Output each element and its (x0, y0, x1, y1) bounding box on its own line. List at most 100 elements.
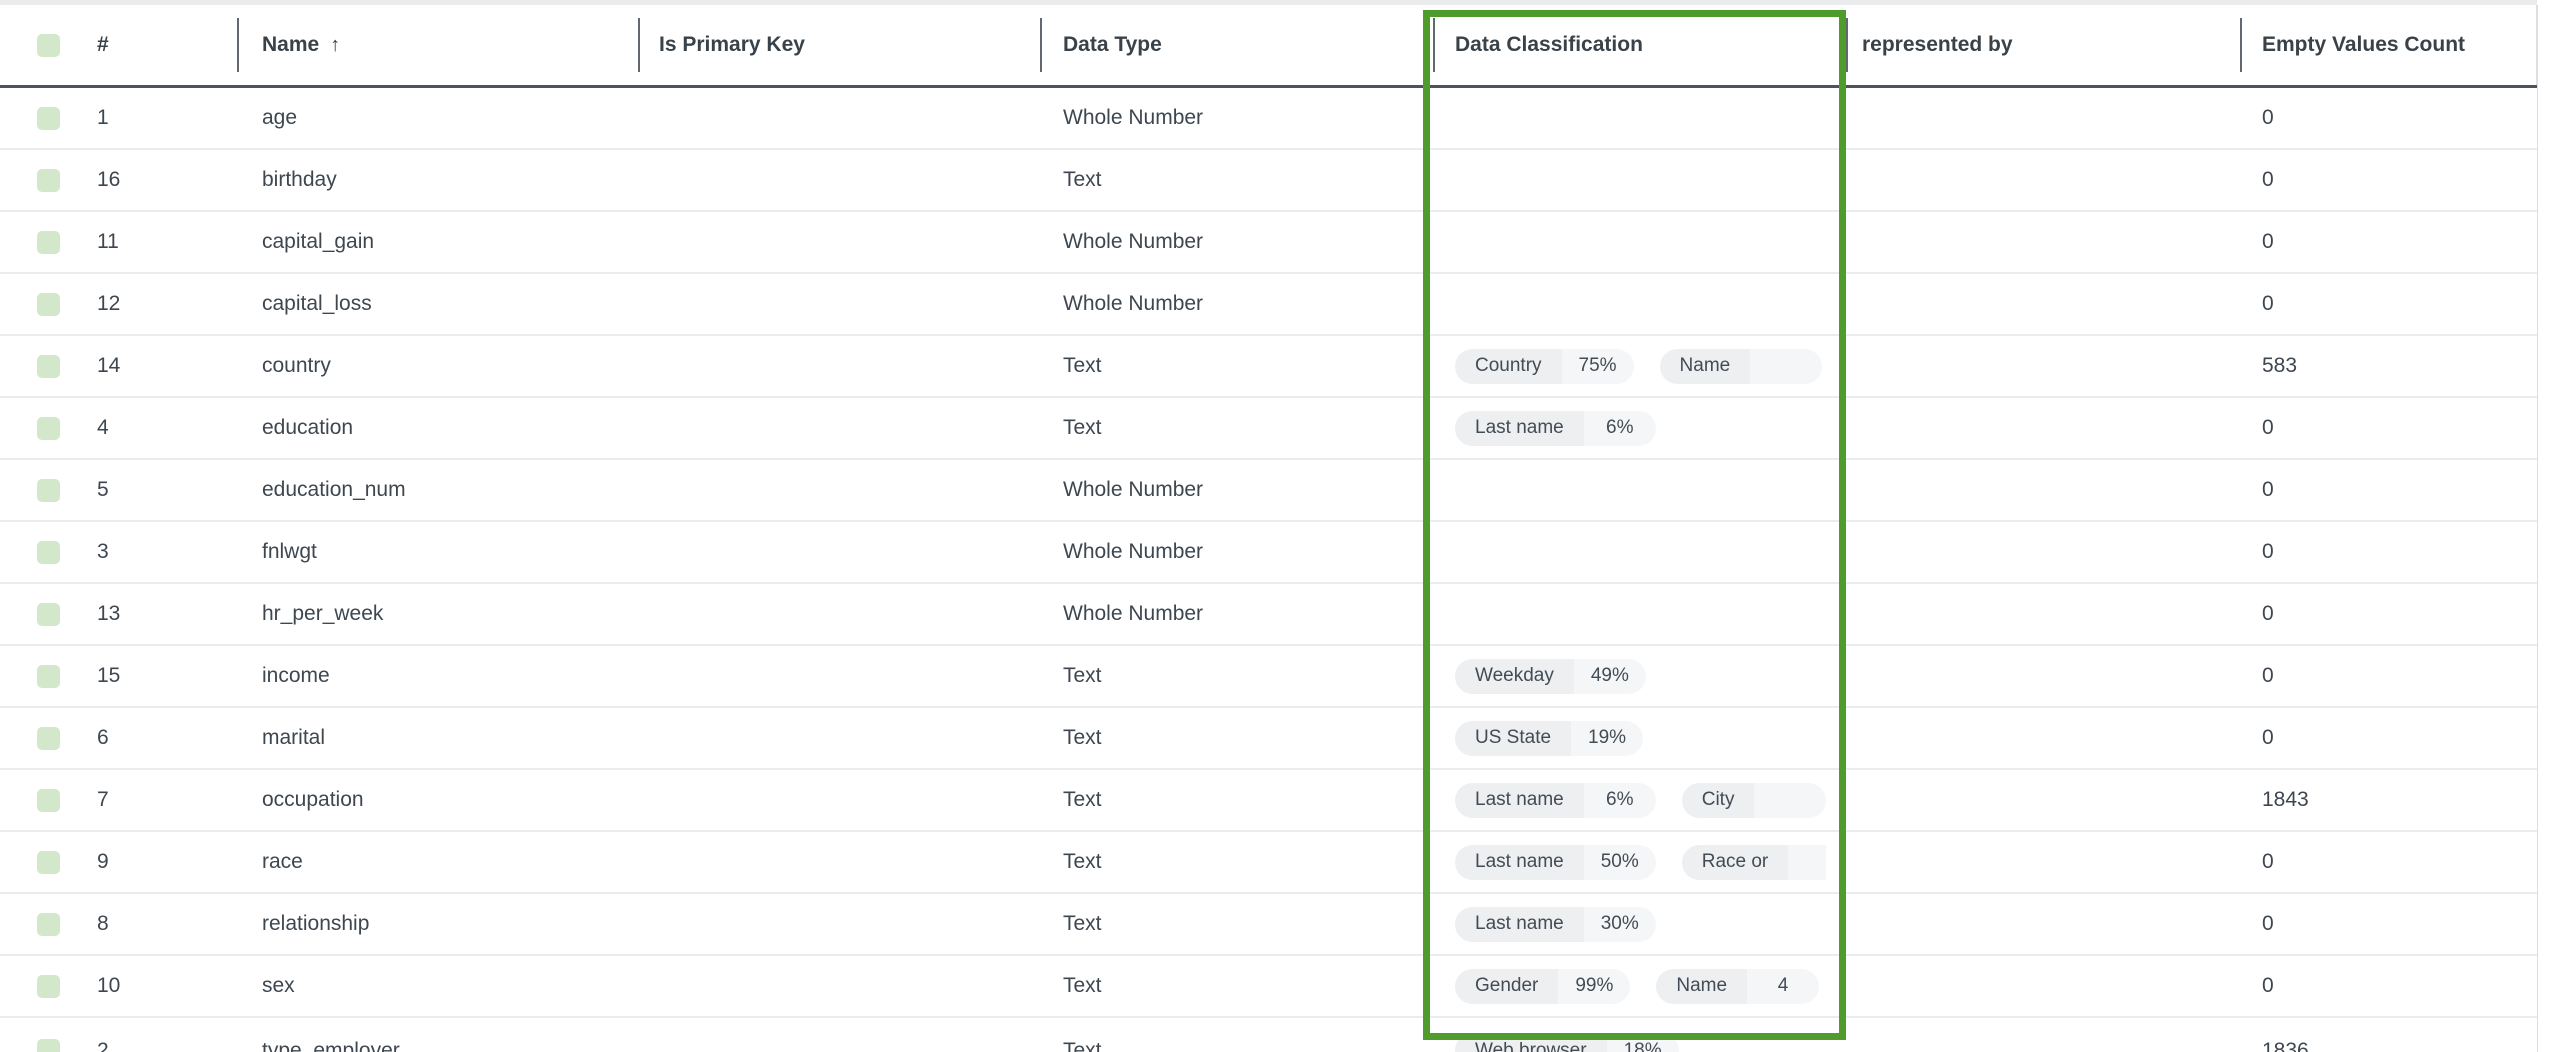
row-select-checkbox[interactable] (37, 355, 60, 378)
cell-represented-by (1846, 1018, 2240, 1052)
row-select-checkbox[interactable] (37, 665, 60, 688)
row-select-checkbox[interactable] (37, 541, 60, 564)
row-select-checkbox[interactable] (37, 417, 60, 440)
cell-represented-by (1846, 584, 2240, 644)
classification-tag[interactable]: Name4 (1656, 969, 1819, 1004)
cell-represented-by (1846, 398, 2240, 458)
cell-empty-values-count: 0 (2240, 460, 2537, 520)
cell-data-classification: US State19% (1433, 708, 1846, 768)
cell-data-type: Text (1040, 708, 1433, 768)
cell-is-primary-key (638, 88, 1040, 148)
cell-empty-values-count: 0 (2240, 522, 2537, 582)
cell-select (0, 832, 75, 892)
cell-data-type: Text (1040, 832, 1433, 892)
cell-select (0, 894, 75, 954)
cell-represented-by (1846, 770, 2240, 830)
column-header-index[interactable]: # (75, 5, 237, 85)
classification-tag[interactable]: Last name50% (1455, 845, 1656, 880)
cell-name: education (237, 398, 638, 458)
classification-tag[interactable]: Gender99% (1455, 969, 1630, 1004)
classification-tag[interactable]: US State19% (1455, 721, 1643, 756)
cell-represented-by (1846, 646, 2240, 706)
cell-name: capital_loss (237, 274, 638, 334)
select-all-checkbox[interactable] (37, 34, 60, 57)
column-header-is-primary-key[interactable]: Is Primary Key (638, 5, 1040, 85)
cell-data-type: Whole Number (1040, 522, 1433, 582)
row-select-checkbox[interactable] (37, 789, 60, 812)
column-header-is-primary-key-label: Is Primary Key (659, 33, 805, 57)
cell-represented-by (1846, 274, 2240, 334)
cell-name: birthday (237, 150, 638, 210)
classification-tag[interactable]: Name (1660, 349, 1823, 384)
row-select-checkbox[interactable] (37, 603, 60, 626)
cell-represented-by (1846, 522, 2240, 582)
cell-index: 16 (75, 150, 237, 210)
cell-represented-by (1846, 894, 2240, 954)
row-select-checkbox[interactable] (37, 169, 60, 192)
cell-data-classification (1433, 584, 1846, 644)
cell-data-classification: Web browser18% (1433, 1018, 1846, 1052)
cell-is-primary-key (638, 770, 1040, 830)
row-select-checkbox[interactable] (37, 479, 60, 502)
columns-table-screen: # Name ↑ Is Primary Key Data Type Data C… (0, 0, 2556, 1052)
row-select-checkbox[interactable] (37, 1039, 60, 1052)
cell-data-classification: Last name50% Race or (1433, 832, 1846, 892)
classification-tag-percent: 99% (1558, 969, 1630, 1004)
cell-data-type: Text (1040, 770, 1433, 830)
cell-select (0, 708, 75, 768)
cell-represented-by (1846, 708, 2240, 768)
cell-index: 13 (75, 584, 237, 644)
column-header-data-classification[interactable]: Data Classification (1433, 5, 1846, 85)
classification-tag[interactable]: Country75% (1455, 349, 1634, 384)
classification-tag-label: US State (1455, 721, 1571, 756)
cell-index: 2 (75, 1018, 237, 1052)
cell-data-classification: Last name6% (1433, 398, 1846, 458)
row-select-checkbox[interactable] (37, 293, 60, 316)
classification-tag[interactable]: Last name6% (1455, 411, 1656, 446)
cell-data-type: Whole Number (1040, 88, 1433, 148)
cell-data-classification (1433, 274, 1846, 334)
cell-is-primary-key (638, 522, 1040, 582)
classification-tag[interactable]: Last name30% (1455, 907, 1656, 942)
classification-tag[interactable]: City (1682, 783, 1826, 818)
column-header-represented-by[interactable]: represented by (1846, 5, 2240, 85)
cell-data-classification: Country75% Name (1433, 336, 1846, 396)
cell-is-primary-key (638, 646, 1040, 706)
table-row: 7 occupation Text Last name6%City 1843 (0, 770, 2537, 832)
cell-represented-by (1846, 832, 2240, 892)
cell-is-primary-key (638, 584, 1040, 644)
classification-tag-percent (1750, 349, 1822, 384)
row-select-checkbox[interactable] (37, 851, 60, 874)
column-header-name[interactable]: Name ↑ (237, 5, 638, 85)
classification-tag[interactable]: Race or (1682, 845, 1826, 880)
table-body: 1 age Whole Number 0 16 birthday Text 0 … (0, 88, 2537, 1052)
classification-tag[interactable]: Last name6% (1455, 783, 1656, 818)
classification-tag-label: Last name (1455, 783, 1584, 818)
classification-tag[interactable]: Web browser18% (1455, 1033, 1679, 1052)
row-select-checkbox[interactable] (37, 231, 60, 254)
cell-empty-values-count: 0 (2240, 274, 2537, 334)
classification-tag-percent: 75% (1562, 349, 1634, 384)
table-row: 13 hr_per_week Whole Number 0 (0, 584, 2537, 646)
row-select-checkbox[interactable] (37, 107, 60, 130)
row-select-checkbox[interactable] (37, 727, 60, 750)
cell-index: 4 (75, 398, 237, 458)
cell-empty-values-count: 0 (2240, 956, 2537, 1016)
cell-name: occupation (237, 770, 638, 830)
cell-data-classification (1433, 150, 1846, 210)
column-header-empty-values-count[interactable]: Empty Values Count (2240, 5, 2537, 85)
table-row: 15 income Text Weekday49% 0 (0, 646, 2537, 708)
row-select-checkbox[interactable] (37, 913, 60, 936)
cell-empty-values-count: 1843 (2240, 770, 2537, 830)
row-select-checkbox[interactable] (37, 975, 60, 998)
column-header-represented-by-label: represented by (1862, 33, 2013, 57)
cell-name: income (237, 646, 638, 706)
cell-is-primary-key (638, 150, 1040, 210)
cell-data-type: Text (1040, 894, 1433, 954)
cell-empty-values-count: 0 (2240, 88, 2537, 148)
column-header-data-type[interactable]: Data Type (1040, 5, 1433, 85)
classification-tag[interactable]: Weekday49% (1455, 659, 1646, 694)
cell-is-primary-key (638, 956, 1040, 1016)
cell-data-type: Whole Number (1040, 584, 1433, 644)
cell-is-primary-key (638, 1018, 1040, 1052)
